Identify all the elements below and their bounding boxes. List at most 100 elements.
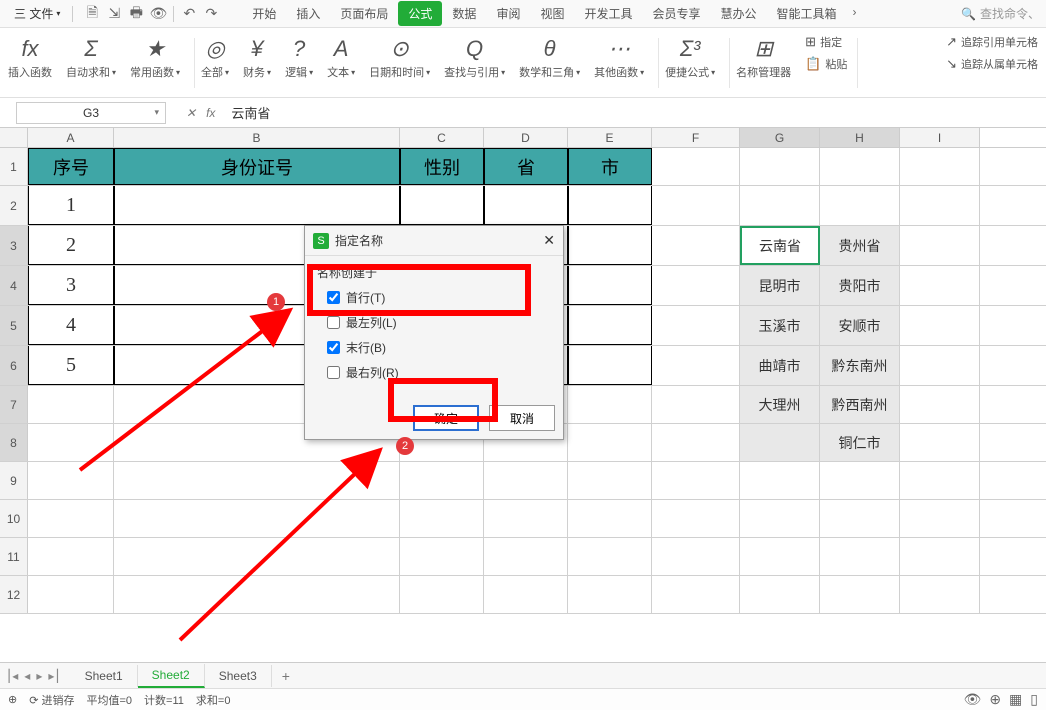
tabs-more[interactable]: ›: [847, 1, 863, 26]
cell[interactable]: [568, 424, 652, 461]
ribbon-name-manager[interactable]: ⊞ 名称管理器: [736, 34, 791, 80]
cell[interactable]: [114, 500, 400, 537]
cell[interactable]: 省: [484, 148, 568, 185]
ok-button[interactable]: 确定: [413, 405, 479, 431]
cell[interactable]: 黔西南州: [820, 386, 900, 423]
eye-icon[interactable]: 👁: [964, 691, 982, 708]
col-header-g[interactable]: G: [740, 128, 820, 147]
ribbon-datetime[interactable]: ⊙ 日期和时间: [369, 34, 430, 80]
ribbon-finance[interactable]: ¥ 财务: [243, 34, 271, 80]
row-header[interactable]: 4: [0, 266, 28, 305]
cell[interactable]: 贵阳市: [820, 266, 900, 305]
cell[interactable]: 4: [28, 306, 114, 345]
tab-layout[interactable]: 页面布局: [330, 1, 398, 26]
page-view-icon[interactable]: ▯: [1030, 691, 1038, 708]
ribbon-math[interactable]: θ 数学和三角: [519, 34, 580, 80]
checkbox-bottomrow[interactable]: 末行(B): [327, 339, 551, 356]
col-header-e[interactable]: E: [568, 128, 652, 147]
col-header-h[interactable]: H: [820, 128, 900, 147]
cell[interactable]: [652, 346, 740, 385]
cell[interactable]: [652, 226, 740, 265]
cell[interactable]: [568, 186, 652, 225]
cell[interactable]: [568, 306, 652, 345]
undo-icon[interactable]: ↶: [178, 3, 200, 25]
row-header[interactable]: 5: [0, 306, 28, 345]
ribbon-common[interactable]: ★ 常用函数: [130, 34, 180, 80]
sheet-nav-prev[interactable]: ◂: [24, 669, 30, 683]
cell[interactable]: [820, 186, 900, 225]
cell[interactable]: [652, 266, 740, 305]
cell[interactable]: [114, 186, 400, 225]
checkbox-input[interactable]: [327, 341, 340, 354]
cell[interactable]: [568, 386, 652, 423]
trace-precedents[interactable]: ↗追踪引用单元格: [946, 34, 1038, 50]
sheet-nav-last[interactable]: ▸⎮: [48, 669, 60, 683]
cell[interactable]: [400, 576, 484, 613]
status-undo[interactable]: ⟳ 进销存: [29, 692, 74, 708]
cell[interactable]: [568, 576, 652, 613]
cell[interactable]: [484, 186, 568, 225]
cell-g3[interactable]: 云南省: [740, 226, 820, 265]
formula-input[interactable]: 云南省: [225, 101, 1042, 124]
cell[interactable]: [28, 462, 114, 499]
tab-vip[interactable]: 会员专享: [642, 1, 710, 26]
cell[interactable]: 5: [28, 346, 114, 385]
cell[interactable]: [114, 538, 400, 575]
name-box[interactable]: G3: [16, 102, 166, 124]
cell[interactable]: 性别: [400, 148, 484, 185]
cell[interactable]: [740, 424, 820, 461]
tab-smart[interactable]: 智能工具箱: [767, 1, 847, 26]
cell[interactable]: [740, 500, 820, 537]
checkbox-leftcol[interactable]: 最左列(L): [327, 314, 551, 331]
cell[interactable]: [900, 226, 980, 265]
cell[interactable]: [484, 500, 568, 537]
ribbon-text[interactable]: A 文本: [327, 34, 355, 80]
cell[interactable]: [900, 148, 980, 185]
close-icon[interactable]: ✕: [543, 232, 555, 249]
cell[interactable]: [820, 500, 900, 537]
cell[interactable]: [900, 186, 980, 225]
col-header-a[interactable]: A: [28, 128, 114, 147]
cell[interactable]: 序号: [28, 148, 114, 185]
col-header-b[interactable]: B: [114, 128, 400, 147]
cell[interactable]: 贵州省: [820, 226, 900, 265]
cell[interactable]: [568, 266, 652, 305]
redo-icon[interactable]: ↷: [200, 3, 222, 25]
cell[interactable]: [484, 538, 568, 575]
preview-icon[interactable]: 👁: [147, 3, 169, 25]
cell[interactable]: [114, 462, 400, 499]
cell[interactable]: [484, 576, 568, 613]
cell[interactable]: [400, 186, 484, 225]
center-icon[interactable]: ⊕: [989, 691, 1001, 708]
dialog-titlebar[interactable]: S 指定名称 ✕: [305, 226, 563, 256]
cell[interactable]: [820, 462, 900, 499]
add-sheet-button[interactable]: +: [272, 668, 300, 684]
cell[interactable]: [568, 226, 652, 265]
cell[interactable]: 2: [28, 226, 114, 265]
cell[interactable]: [900, 386, 980, 423]
cell[interactable]: [740, 538, 820, 575]
cell[interactable]: [820, 148, 900, 185]
cancel-icon[interactable]: ✕: [186, 106, 196, 120]
cell[interactable]: [652, 148, 740, 185]
grid-view-icon[interactable]: ▦: [1009, 691, 1022, 708]
checkbox-toprow[interactable]: 首行(T): [327, 289, 551, 306]
cell[interactable]: [740, 462, 820, 499]
trace-dependents[interactable]: ↘追踪从属单元格: [946, 56, 1038, 72]
cell[interactable]: 安顺市: [820, 306, 900, 345]
checkbox-input[interactable]: [327, 316, 340, 329]
cell[interactable]: [652, 424, 740, 461]
cell[interactable]: [652, 306, 740, 345]
cell[interactable]: [400, 538, 484, 575]
row-header[interactable]: 1: [0, 148, 28, 185]
export-icon[interactable]: ⇲: [103, 3, 125, 25]
ribbon-logic[interactable]: ? 逻辑: [285, 34, 313, 80]
row-header[interactable]: 2: [0, 186, 28, 225]
cell[interactable]: [900, 424, 980, 461]
row-header[interactable]: 9: [0, 462, 28, 499]
cell[interactable]: [900, 576, 980, 613]
sheet-tab-1[interactable]: Sheet1: [71, 665, 138, 687]
cell[interactable]: [740, 148, 820, 185]
col-header-c[interactable]: C: [400, 128, 484, 147]
cell[interactable]: 铜仁市: [820, 424, 900, 461]
